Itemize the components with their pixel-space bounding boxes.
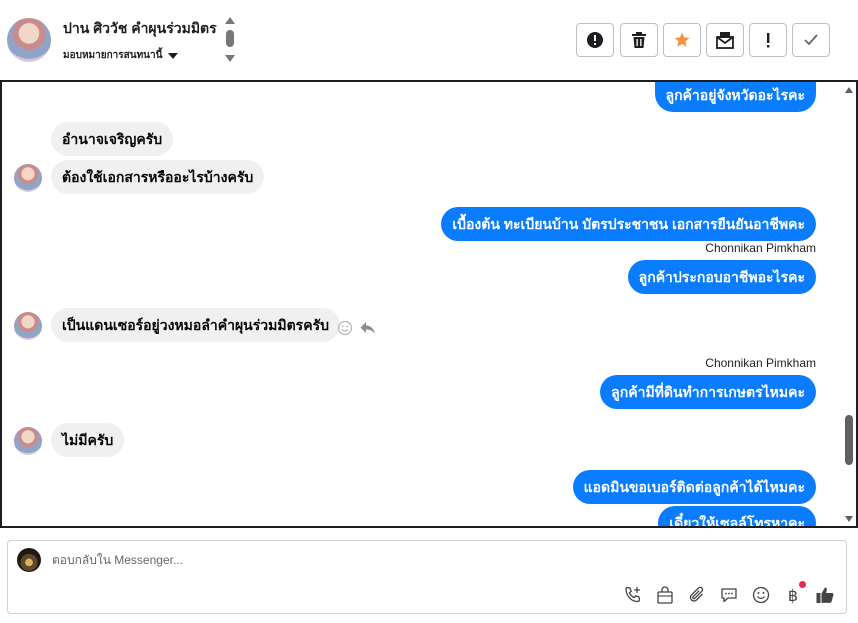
scroll-thumb[interactable] bbox=[845, 415, 853, 465]
scroll-thumb[interactable] bbox=[226, 30, 234, 47]
exclamation-icon bbox=[767, 33, 770, 48]
reply-arrow-icon[interactable] bbox=[359, 319, 377, 337]
sender-name: Chonnikan Pimkham bbox=[705, 356, 816, 370]
alert-circle-icon bbox=[587, 32, 603, 48]
reply-input[interactable] bbox=[52, 550, 652, 570]
trash-icon bbox=[632, 32, 646, 48]
message-bubble-incoming[interactable]: เป็นแดนเซอร์อยู่วงหมอลำคำผุนร่วมมิตรครับ bbox=[51, 308, 340, 342]
spam-button[interactable] bbox=[749, 23, 787, 57]
message-bubble-incoming[interactable]: ไม่มีครับ bbox=[51, 423, 125, 457]
saved-reply-icon[interactable] bbox=[718, 584, 740, 606]
mark-unread-button[interactable] bbox=[706, 23, 744, 57]
message-bubble-outgoing[interactable]: ลูกค้าประกอบอาชีพอะไรคะ bbox=[627, 260, 816, 294]
delete-button[interactable] bbox=[620, 23, 658, 57]
contact-avatar-small[interactable] bbox=[14, 427, 42, 455]
message-bubble-outgoing[interactable]: เบื้องต้น ทะเบียนบ้าน บัตรประชาชน เอกสาร… bbox=[441, 207, 816, 241]
message-bubble-outgoing[interactable]: แอดมินขอเบอร์ติดต่อลูกค้าได้ไหมคะ bbox=[572, 470, 816, 504]
notification-dot bbox=[799, 581, 806, 588]
message-bubble-incoming[interactable]: ต้องใช้เอกสารหรืออะไรบ้างครับ bbox=[51, 160, 265, 194]
paperclip-icon[interactable] bbox=[686, 584, 708, 606]
call-add-icon[interactable] bbox=[622, 584, 644, 606]
report-button[interactable] bbox=[576, 23, 614, 57]
scroll-down-icon[interactable] bbox=[225, 55, 235, 62]
chevron-down-icon bbox=[168, 52, 179, 59]
message-composer: ฿ bbox=[7, 540, 847, 614]
like-icon[interactable] bbox=[814, 584, 836, 606]
assign-label: มอบหมายการสนทนานี้ bbox=[63, 50, 163, 61]
conversation-header: ปาน ศิววัช คำผุนร่วมมิตร มอบหมายการสนทนา… bbox=[0, 0, 858, 80]
scroll-down-icon[interactable] bbox=[845, 516, 853, 522]
message-bubble-outgoing[interactable]: ลูกค้ามีที่ดินทำการเกษตรไหมคะ bbox=[600, 375, 816, 409]
message-thread[interactable]: ลูกค้าอยู่จังหวัดอะไรคะ อำนาจเจริญครับ ต… bbox=[0, 80, 858, 528]
react-smiley-icon[interactable] bbox=[337, 320, 353, 336]
scroll-up-icon[interactable] bbox=[845, 87, 853, 93]
message-bubble-incoming[interactable]: อำนาจเจริญครับ bbox=[51, 122, 174, 156]
emoji-icon[interactable] bbox=[750, 584, 772, 606]
scroll-up-icon[interactable] bbox=[225, 17, 235, 24]
check-icon bbox=[804, 34, 818, 46]
sender-name: Chonnikan Pimkham bbox=[705, 241, 816, 255]
contact-avatar[interactable] bbox=[7, 18, 51, 62]
thread-scrollbar[interactable] bbox=[842, 82, 856, 526]
done-button[interactable] bbox=[792, 23, 830, 57]
contact-avatar-small[interactable] bbox=[14, 164, 42, 192]
header-scrollbar[interactable] bbox=[225, 17, 235, 63]
shopping-bag-icon[interactable] bbox=[654, 584, 676, 606]
message-bubble-outgoing[interactable]: เดี๋ยวให้เซลล์โทรหาคะ bbox=[658, 506, 816, 526]
contact-name[interactable]: ปาน ศิววัช คำผุนร่วมมิตร bbox=[63, 18, 217, 40]
assign-conversation-dropdown[interactable]: มอบหมายการสนทนานี้ bbox=[63, 48, 179, 63]
star-icon bbox=[674, 32, 690, 47]
contact-avatar-small[interactable] bbox=[14, 312, 42, 340]
message-bubble-outgoing[interactable]: ลูกค้าอยู่จังหวัดอะไรคะ bbox=[654, 82, 816, 112]
envelope-icon bbox=[716, 32, 734, 49]
star-button[interactable] bbox=[663, 23, 701, 57]
page-avatar bbox=[17, 548, 41, 572]
